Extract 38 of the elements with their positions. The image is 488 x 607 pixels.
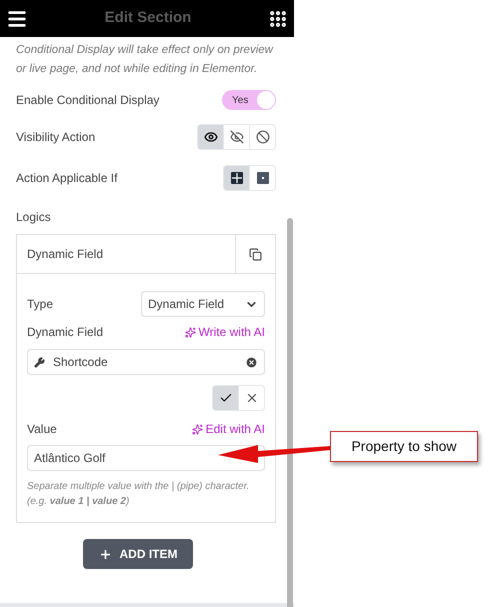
segment-button[interactable] — [223, 124, 250, 150]
write-with-ai-link[interactable]: Write with AI — [184, 323, 265, 341]
square-icon — [256, 172, 268, 184]
eye-off-icon — [230, 130, 244, 144]
toggle-switch[interactable]: Yes — [222, 90, 276, 110]
eye-icon — [204, 130, 218, 144]
plus-icon — [98, 548, 112, 560]
field-label: Value — [27, 421, 57, 438]
segment-button[interactable] — [238, 385, 265, 411]
notice-text: Conditional Display will take effect only on preview or live page, and not while editing in Elementor. — [15, 43, 274, 77]
sparkle-icon — [192, 424, 203, 434]
add-item-button[interactable]: ADD ITEM — [83, 539, 193, 569]
setting-label: Action Applicable If — [16, 170, 118, 187]
segment-button[interactable] — [197, 124, 224, 150]
wrench-icon — [34, 356, 45, 368]
segment-button[interactable] — [249, 165, 276, 191]
copy-icon[interactable] — [249, 248, 262, 260]
setting-label: Visibility Action — [16, 129, 96, 146]
help-text: Separate multiple value with the | (pipe) character. (e.g. value 1 | value 2) — [27, 480, 250, 509]
segment-button[interactable] — [212, 385, 239, 411]
segment-button[interactable] — [223, 165, 250, 191]
callout-text: Property to show — [351, 437, 457, 456]
panel-title: Edit Section — [104, 8, 192, 28]
setting-label: Enable Conditional Display — [16, 92, 160, 109]
section-label: Logics — [15, 209, 52, 226]
edit-with-ai-link[interactable]: Edit with AI — [192, 420, 265, 438]
value-input[interactable]: Atlântico Golf — [27, 445, 265, 471]
dynamic-field-input[interactable]: Shortcode — [27, 349, 265, 375]
field-label: Dynamic Field — [27, 324, 104, 341]
clear-icon[interactable] — [245, 356, 258, 368]
repeater-item-title[interactable]: Dynamic Field — [17, 235, 235, 273]
ban-icon — [256, 130, 270, 144]
segment-button[interactable] — [249, 124, 276, 150]
apps-grid-icon[interactable] — [268, 8, 288, 28]
field-label: Type — [27, 296, 54, 313]
table-icon — [230, 172, 242, 184]
type-select[interactable]: Dynamic Field — [141, 291, 265, 317]
sparkle-icon — [184, 326, 196, 338]
